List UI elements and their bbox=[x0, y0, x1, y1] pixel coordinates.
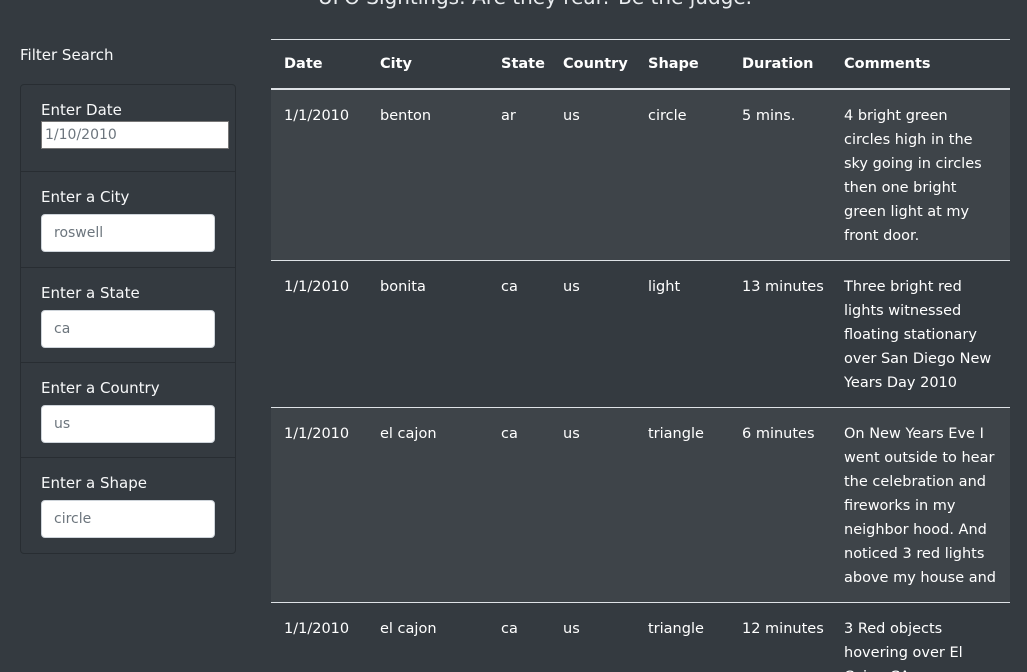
cell-country: us bbox=[563, 425, 580, 442]
filter-item-city: Enter a City bbox=[21, 172, 235, 268]
cell-duration: 6 minutes bbox=[742, 425, 815, 442]
header-date: Date bbox=[284, 55, 323, 72]
page: UFO Sightings: Are they real? Be the jud… bbox=[0, 0, 1027, 672]
cell-city: benton bbox=[380, 107, 432, 124]
cell-state: ca bbox=[501, 620, 518, 637]
table-body: 1/1/2010 benton ar us circle 5 mins. 4 b… bbox=[271, 88, 1010, 672]
cell-city: bonita bbox=[380, 278, 426, 295]
header-comments: Comments bbox=[844, 55, 931, 72]
table-row: 1/1/2010 bonita ca us light 13 minutes T… bbox=[271, 260, 1010, 407]
country-label: Enter a Country bbox=[41, 379, 160, 397]
cell-city: el cajon bbox=[380, 620, 437, 637]
cell-date: 1/1/2010 bbox=[284, 107, 350, 124]
state-label: Enter a State bbox=[41, 284, 140, 302]
filter-list: Enter Date Enter a City Enter a State En… bbox=[20, 84, 236, 554]
filter-item-shape: Enter a Shape bbox=[21, 458, 235, 553]
header-shape: Shape bbox=[648, 55, 699, 72]
cell-comments: 3 Red objects hovering over El Cajon CA bbox=[844, 620, 963, 672]
cell-city: el cajon bbox=[380, 425, 437, 442]
header-city: City bbox=[380, 55, 412, 72]
table-row: 1/1/2010 benton ar us circle 5 mins. 4 b… bbox=[271, 88, 1010, 260]
state-input[interactable] bbox=[41, 310, 215, 348]
cell-state: ca bbox=[501, 278, 518, 295]
ufo-table: Date City State Country Shape Duration C… bbox=[271, 39, 1010, 672]
cell-duration: 12 minutes bbox=[742, 620, 824, 637]
country-input[interactable] bbox=[41, 405, 215, 443]
cell-date: 1/1/2010 bbox=[284, 620, 350, 637]
date-label: Enter Date bbox=[41, 101, 122, 119]
cell-comments: 4 bright green circles high in the sky g… bbox=[844, 107, 982, 244]
table-row: 1/1/2010 el cajon ca us triangle 12 minu… bbox=[271, 602, 1010, 672]
filter-item-country: Enter a Country bbox=[21, 363, 235, 458]
cell-date: 1/1/2010 bbox=[284, 425, 350, 442]
cell-state: ar bbox=[501, 107, 516, 124]
shape-label: Enter a Shape bbox=[41, 474, 147, 492]
cell-date: 1/1/2010 bbox=[284, 278, 350, 295]
header-duration: Duration bbox=[742, 55, 814, 72]
city-input[interactable] bbox=[41, 214, 215, 252]
cell-shape: circle bbox=[648, 107, 687, 124]
header-state: State bbox=[501, 55, 545, 72]
table-row: 1/1/2010 el cajon ca us triangle 6 minut… bbox=[271, 407, 1010, 602]
cell-comments: Three bright red lights witnessed floati… bbox=[844, 278, 992, 391]
cell-shape: light bbox=[648, 278, 681, 295]
table-header: Date City State Country Shape Duration C… bbox=[271, 39, 1010, 89]
cell-duration: 13 minutes bbox=[742, 278, 824, 295]
shape-input[interactable] bbox=[41, 500, 215, 538]
cell-shape: triangle bbox=[648, 425, 704, 442]
cell-state: ca bbox=[501, 425, 518, 442]
cell-shape: triangle bbox=[648, 620, 704, 637]
date-input[interactable] bbox=[41, 121, 229, 149]
filter-item-state: Enter a State bbox=[21, 268, 235, 363]
filter-search-title: Filter Search bbox=[20, 46, 114, 64]
cell-country: us bbox=[563, 620, 580, 637]
cell-comments: On New Years Eve I went outside to hear … bbox=[844, 425, 997, 586]
city-label: Enter a City bbox=[41, 188, 130, 206]
ufo-table-container: Date City State Country Shape Duration C… bbox=[271, 39, 1010, 672]
cell-duration: 5 mins. bbox=[742, 107, 796, 124]
cell-country: us bbox=[563, 107, 580, 124]
header-row: Date City State Country Shape Duration C… bbox=[271, 39, 1010, 89]
header-country: Country bbox=[563, 55, 628, 72]
filter-item-date: Enter Date bbox=[21, 85, 235, 172]
page-heading: UFO Sightings: Are they real? Be the jud… bbox=[318, 0, 752, 9]
cell-country: us bbox=[563, 278, 580, 295]
